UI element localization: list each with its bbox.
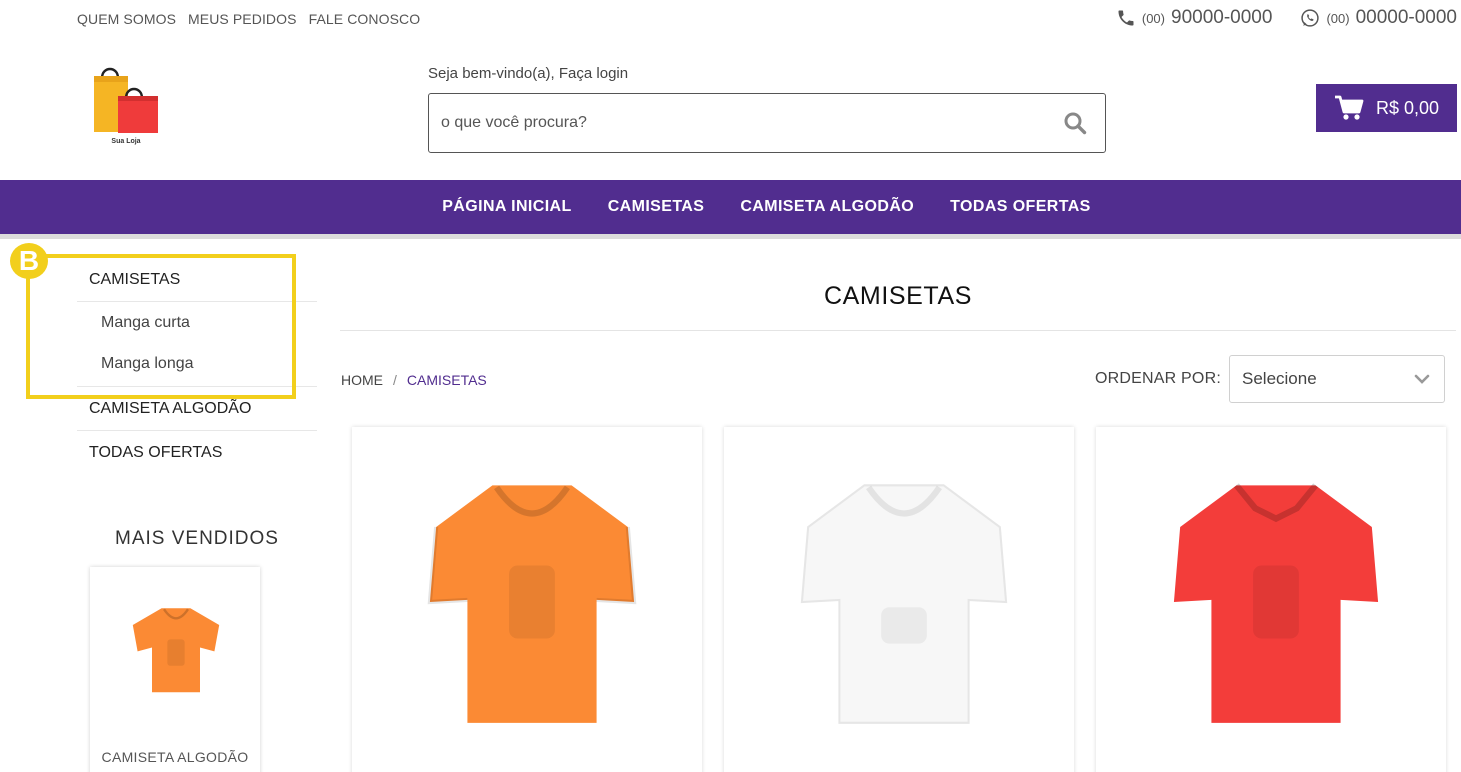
search-input[interactable] [429, 94, 1045, 152]
sidebar-item-todas-ofertas[interactable]: TODAS OFERTAS [77, 431, 317, 475]
tshirt-image [800, 484, 1008, 724]
whatsapp-number: 00000-0000 [1355, 7, 1457, 28]
product-card[interactable] [1096, 427, 1446, 772]
search-button[interactable] [1045, 94, 1105, 152]
tshirt-image [427, 485, 637, 723]
search-icon [1064, 112, 1087, 135]
link-fale-conosco[interactable]: FALE CONOSCO [309, 11, 421, 27]
cart-amount: R$ 0,00 [1375, 97, 1440, 118]
nav-camiseta-algodao[interactable]: CAMISETA ALGODÃO [740, 198, 914, 216]
page-title: CAMISETAS [823, 282, 972, 310]
welcome-login-link[interactable]: Seja bem-vindo(a), Faça login [428, 65, 628, 82]
whatsapp-contact[interactable]: (00) 00000-0000 [1300, 7, 1457, 29]
tshirt-image [1173, 483, 1379, 723]
link-quem-somos[interactable]: QUEM SOMOS [77, 11, 176, 27]
nav-todas-ofertas[interactable]: TODAS OFERTAS [950, 198, 1091, 216]
top-links: QUEM SOMOS MEUS PEDIDOS FALE CONOSCO [77, 11, 420, 27]
order-by-select[interactable]: Selecione [1229, 355, 1445, 403]
cart-icon [1334, 95, 1364, 120]
phone-contact[interactable]: (00) 90000-0000 [1116, 7, 1273, 29]
title-divider [340, 330, 1456, 331]
cart-button[interactable]: R$ 0,00 [1316, 84, 1457, 132]
sidebar-subitem-manga-longa[interactable]: Manga longa [77, 343, 317, 387]
search-box [428, 93, 1106, 153]
whatsapp-prefix: (00) [1326, 10, 1350, 26]
phone-icon [1118, 10, 1134, 26]
breadcrumb-current: CAMISETAS [406, 372, 487, 388]
order-by-value: Selecione [1242, 369, 1317, 388]
annotation-badge: B [10, 243, 48, 279]
category-sidebar: CAMISETAS Manga curta Manga longa CAMISE… [77, 258, 317, 475]
breadcrumb-separator: / [393, 372, 397, 388]
breadcrumb-home[interactable]: HOME [341, 372, 383, 388]
nav-camisetas[interactable]: CAMISETAS [608, 198, 705, 216]
sidebar-item-camisetas[interactable]: CAMISETAS [77, 258, 317, 302]
whatsapp-icon [1301, 9, 1320, 27]
main-nav: PÁGINA INICIAL CAMISETAS CAMISETA ALGODÃ… [0, 180, 1461, 234]
sidebar-item-camiseta-algodao[interactable]: CAMISETA ALGODÃO [77, 387, 317, 431]
phone-prefix: (00) [1141, 10, 1165, 26]
product-card[interactable] [352, 427, 702, 772]
nav-divider [0, 234, 1461, 239]
best-sellers-title: MAIS VENDIDOS [115, 528, 279, 549]
best-seller-card[interactable]: CAMISETA ALGODÃO [90, 567, 260, 772]
product-card[interactable] [724, 427, 1074, 772]
top-bar: QUEM SOMOS MEUS PEDIDOS FALE CONOSCO (00… [0, 0, 1461, 36]
phone-number: 90000-0000 [1171, 7, 1273, 28]
sidebar-subitem-manga-curta[interactable]: Manga curta [77, 302, 317, 343]
shopping-bags-icon [94, 67, 158, 133]
store-logo[interactable]: Sua Loja [88, 64, 164, 150]
contact-info: (00) 90000-0000 (00) 00000-0000 [1116, 7, 1457, 29]
link-meus-pedidos[interactable]: MEUS PEDIDOS [188, 11, 297, 27]
breadcrumb: HOME / CAMISETAS [341, 372, 487, 388]
chevron-down-icon [1414, 374, 1430, 384]
best-seller-name: CAMISETA ALGODÃO [101, 749, 249, 765]
order-by-label: ORDENAR POR: [1095, 370, 1221, 387]
tshirt-image [132, 608, 220, 693]
nav-pagina-inicial[interactable]: PÁGINA INICIAL [442, 198, 571, 216]
logo-caption: Sua Loja [111, 138, 141, 145]
